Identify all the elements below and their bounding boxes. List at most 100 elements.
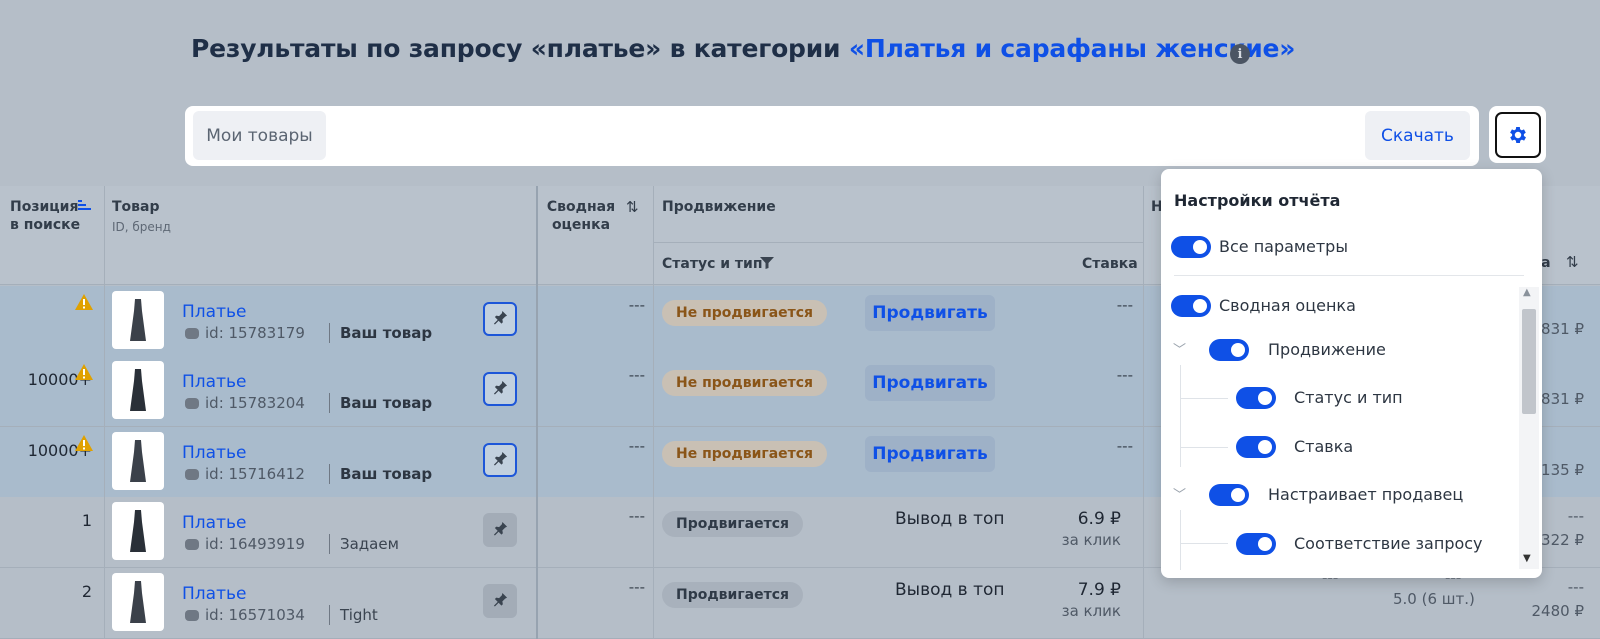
summary-score: --- <box>628 507 645 525</box>
product-brand: Ваш товар <box>340 324 433 342</box>
col-product-header: Товар <box>112 199 160 215</box>
pin-icon <box>493 592 508 611</box>
pin-button[interactable] <box>483 513 517 547</box>
chevron-down-icon[interactable]: ﹀ <box>1173 339 1186 358</box>
bid-value: --- <box>1116 437 1133 455</box>
info-icon[interactable]: i <box>1230 44 1250 64</box>
chat-icon[interactable] <box>185 328 199 339</box>
bid-value: --- <box>1116 366 1133 384</box>
pin-button[interactable] <box>483 302 517 336</box>
promotion-type: Вывод в топ <box>895 509 1005 529</box>
pin-button[interactable] <box>483 443 517 477</box>
product-name-link[interactable]: Платье <box>182 443 246 463</box>
product-brand: Ваш товар <box>340 394 433 412</box>
edge-value-top: --- <box>1567 507 1584 525</box>
col-status-type-header[interactable]: Статус и тип <box>662 255 763 273</box>
col-promotion-header: Продвижение <box>662 199 776 215</box>
promotion-status-badge: Не продвигается <box>662 370 828 396</box>
bid-value: 6.9 ₽ <box>1077 509 1121 529</box>
promotion-status-badge: Продвигается <box>662 511 803 537</box>
product-brand: Tight <box>340 606 378 624</box>
product-thumbnail[interactable] <box>112 573 164 631</box>
pin-icon <box>493 310 508 329</box>
toggle-promotion[interactable] <box>1209 339 1249 361</box>
title-prefix: Результаты по запросу «платье» в категор… <box>191 34 849 63</box>
summary-score: --- <box>628 437 645 455</box>
col-position-header[interactable]: Позиция в поиске <box>10 198 80 234</box>
toggle-label-all-params: Все параметры <box>1219 237 1348 256</box>
product-thumbnail[interactable] <box>112 432 164 490</box>
product-id: id: 16571034 <box>205 606 305 624</box>
popup-title: Настройки отчёта <box>1174 191 1341 210</box>
promote-button[interactable]: Продвигать <box>865 295 995 331</box>
price-value: 831 ₽ <box>1541 320 1584 338</box>
pin-button[interactable] <box>483 584 517 618</box>
product-id: id: 15783179 <box>205 324 305 342</box>
promotion-status-badge: Не продвигается <box>662 441 828 467</box>
toggle-query-match[interactable] <box>1236 533 1276 555</box>
sort-arrows-icon[interactable]: ⇅ <box>626 198 639 216</box>
warning-icon[interactable] <box>75 364 93 381</box>
bid-unit: за клик <box>1061 531 1121 549</box>
pin-icon <box>493 380 508 399</box>
product-name-link[interactable]: Платье <box>182 584 246 604</box>
edge-value-top: --- <box>1567 578 1584 596</box>
download-button[interactable]: Скачать <box>1365 111 1470 160</box>
product-thumbnail[interactable] <box>112 291 164 349</box>
scroll-down-icon[interactable]: ▼ <box>1523 553 1531 564</box>
product-brand: Ваш товар <box>340 465 433 483</box>
my-products-button[interactable]: Мои товары <box>193 111 326 160</box>
chat-icon[interactable] <box>185 469 199 480</box>
table-row: 2 Платье id: 16571034 Tight --- Продвигается В… <box>0 568 1600 639</box>
col-bid-header: Ставка <box>1082 256 1138 272</box>
product-id: id: 16493919 <box>205 535 305 553</box>
price-value: 135 ₽ <box>1541 461 1584 479</box>
product-name-link[interactable]: Платье <box>182 302 246 322</box>
filter-icon[interactable] <box>760 257 774 269</box>
product-thumbnail[interactable] <box>112 361 164 419</box>
col-summary-header[interactable]: Сводная оценка <box>540 198 622 234</box>
price-value: 2480 ₽ <box>1531 602 1585 620</box>
rating-value: 5.0 (6 шт.) <box>1393 590 1475 608</box>
sort-icon[interactable] <box>78 200 92 212</box>
chevron-down-icon[interactable]: ﹀ <box>1173 484 1186 503</box>
product-name-link[interactable]: Платье <box>182 513 246 533</box>
pin-icon <box>493 521 508 540</box>
pin-button[interactable] <box>483 372 517 406</box>
bid-unit: за клик <box>1061 602 1121 620</box>
chat-icon[interactable] <box>185 398 199 409</box>
toggle-bid[interactable] <box>1236 436 1276 458</box>
bid-value: --- <box>1116 296 1133 314</box>
product-name-link[interactable]: Платье <box>182 372 246 392</box>
search-position: 2 <box>81 582 92 601</box>
price-value: 831 ₽ <box>1541 390 1584 408</box>
toggle-summary[interactable] <box>1171 295 1211 317</box>
chat-icon[interactable] <box>185 539 199 550</box>
price-sort-icon[interactable]: ⇅ <box>1566 253 1579 271</box>
toggle-all-params[interactable] <box>1171 236 1211 258</box>
promote-button[interactable]: Продвигать <box>865 436 995 472</box>
warning-icon[interactable] <box>75 435 93 452</box>
promote-button[interactable]: Продвигать <box>865 365 995 401</box>
summary-score: --- <box>628 366 645 384</box>
summary-score: --- <box>628 578 645 596</box>
product-id: id: 15716412 <box>205 465 305 483</box>
popup-scrollbar-thumb[interactable] <box>1522 309 1536 414</box>
scroll-up-icon[interactable]: ▲ <box>1523 287 1531 298</box>
promotion-status-badge: Не продвигается <box>662 300 828 326</box>
toggle-label: Соответствие запросу <box>1294 534 1483 553</box>
report-settings-popup: Настройки отчёта Все параметры ▲ ▼ Сводн… <box>1161 169 1542 578</box>
title-category-link[interactable]: «Платья и сарафаны женские» <box>849 34 1296 63</box>
warning-icon[interactable] <box>75 294 93 311</box>
bid-value: 7.9 ₽ <box>1077 580 1121 600</box>
summary-score: --- <box>628 296 645 314</box>
toggle-seller-config[interactable] <box>1209 484 1249 506</box>
toggle-label: Настраивает продавец <box>1268 485 1464 504</box>
settings-button[interactable] <box>1489 106 1546 163</box>
promotion-type: Вывод в топ <box>895 580 1005 600</box>
search-position: 1 <box>81 511 92 530</box>
toggle-label: Продвижение <box>1268 340 1386 359</box>
chat-icon[interactable] <box>185 610 199 621</box>
product-thumbnail[interactable] <box>112 502 164 560</box>
toggle-status-type[interactable] <box>1236 387 1276 409</box>
